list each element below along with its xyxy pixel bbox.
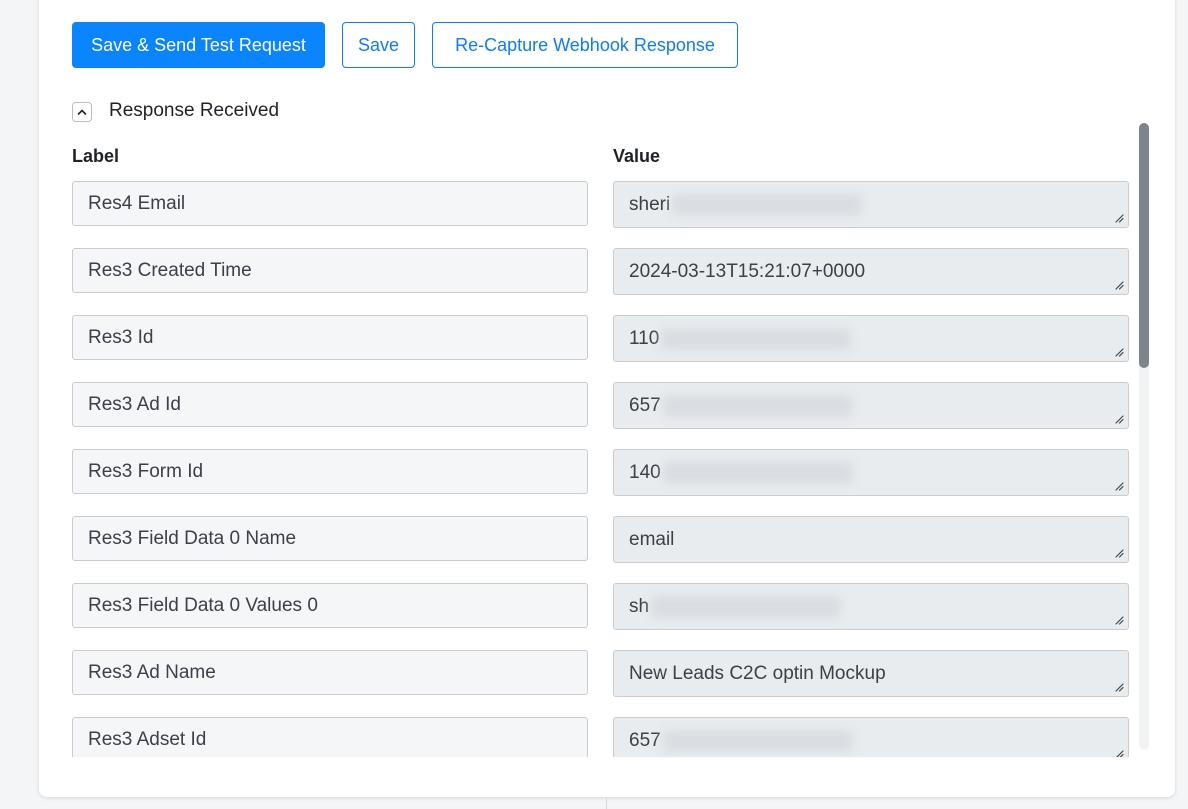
field-value-textarea[interactable]: 657 [613, 717, 1129, 757]
response-field-row: Res3 Ad Id 657 [39, 382, 1139, 429]
redacted-text [662, 729, 853, 752]
field-label-input[interactable]: Res3 Field Data 0 Values 0 [72, 583, 588, 628]
response-field-row: Res4 Email sheri [39, 181, 1139, 228]
field-value-text: sh [629, 595, 650, 617]
field-value-text: 657 [629, 394, 661, 416]
bottom-divider [606, 797, 607, 809]
resize-handle-icon[interactable] [1115, 750, 1124, 757]
webhook-response-card: Save & Send Test Request Save Re-Capture… [39, 0, 1175, 797]
scrollbar-thumb[interactable] [1139, 123, 1149, 368]
field-label-input[interactable]: Res3 Field Data 0 Name [72, 516, 588, 561]
field-value-textarea[interactable]: 140 [613, 449, 1129, 496]
resize-handle-icon[interactable] [1115, 415, 1124, 424]
response-field-row: Res3 Created Time 2024-03-13T15:21:07+000… [39, 248, 1139, 295]
response-field-row: Res3 Ad Name New Leads C2C optin Mockup [39, 650, 1139, 697]
resize-handle-icon[interactable] [1115, 281, 1124, 290]
field-value-textarea[interactable]: sh [613, 583, 1129, 630]
redacted-text [651, 595, 842, 618]
field-value-text: 657 [629, 729, 661, 751]
field-value-textarea[interactable]: 2024-03-13T15:21:07+0000 [613, 248, 1129, 295]
response-field-row: Res3 Id 110 [39, 315, 1139, 362]
field-label-input[interactable]: Res4 Email [72, 181, 588, 226]
value-column-header: Value [613, 146, 661, 166]
response-field-row: Res3 Form Id 140 [39, 449, 1139, 496]
recapture-webhook-response-button[interactable]: Re-Capture Webhook Response [432, 22, 738, 68]
resize-handle-icon[interactable] [1115, 482, 1124, 491]
field-value-textarea[interactable]: email [613, 516, 1129, 563]
response-fields-list[interactable]: Res4 Email sheri Res3 Created Time 2024-03-… [39, 180, 1175, 757]
field-label-input[interactable]: Res3 Created Time [72, 248, 588, 293]
field-label-input[interactable]: Res3 Ad Name [72, 650, 588, 695]
field-value-text: sheri [629, 193, 671, 215]
redacted-text [662, 461, 853, 484]
label-column-header: Label [72, 146, 120, 166]
field-value-textarea[interactable]: 110 [613, 315, 1129, 362]
resize-handle-icon[interactable] [1115, 683, 1124, 692]
field-label-input[interactable]: Res3 Ad Id [72, 382, 588, 427]
save-send-test-request-button[interactable]: Save & Send Test Request [72, 22, 325, 68]
field-value-textarea[interactable]: sheri [613, 181, 1129, 228]
collapse-toggle[interactable] [72, 102, 92, 122]
resize-handle-icon[interactable] [1115, 616, 1124, 625]
field-value-text: 2024-03-13T15:21:07+0000 [629, 260, 866, 282]
chevron-up-icon [77, 109, 87, 115]
field-value-text: New Leads C2C optin Mockup [629, 662, 886, 684]
response-field-row: Res3 Field Data 0 Values 0 sh [39, 583, 1139, 630]
field-value-textarea[interactable]: 657 [613, 382, 1129, 429]
redacted-text [661, 327, 852, 350]
response-field-row: Res3 Field Data 0 Name email [39, 516, 1139, 563]
field-label-input[interactable]: Res3 Form Id [72, 449, 588, 494]
field-value-text: email [629, 528, 675, 550]
field-label-input[interactable]: Res3 Adset Id [72, 717, 588, 757]
field-label-input[interactable]: Res3 Id [72, 315, 588, 360]
resize-handle-icon[interactable] [1115, 348, 1124, 357]
save-button[interactable]: Save [342, 22, 415, 68]
field-value-textarea[interactable]: New Leads C2C optin Mockup [613, 650, 1129, 697]
response-field-row: Res3 Adset Id 657 [39, 717, 1139, 757]
resize-handle-icon[interactable] [1115, 549, 1124, 558]
section-title: Response Received [109, 100, 280, 121]
resize-handle-icon[interactable] [1115, 214, 1124, 223]
field-value-text: 140 [629, 461, 661, 483]
redacted-text [662, 394, 853, 417]
field-value-text: 110 [629, 327, 660, 349]
redacted-text [672, 193, 863, 216]
